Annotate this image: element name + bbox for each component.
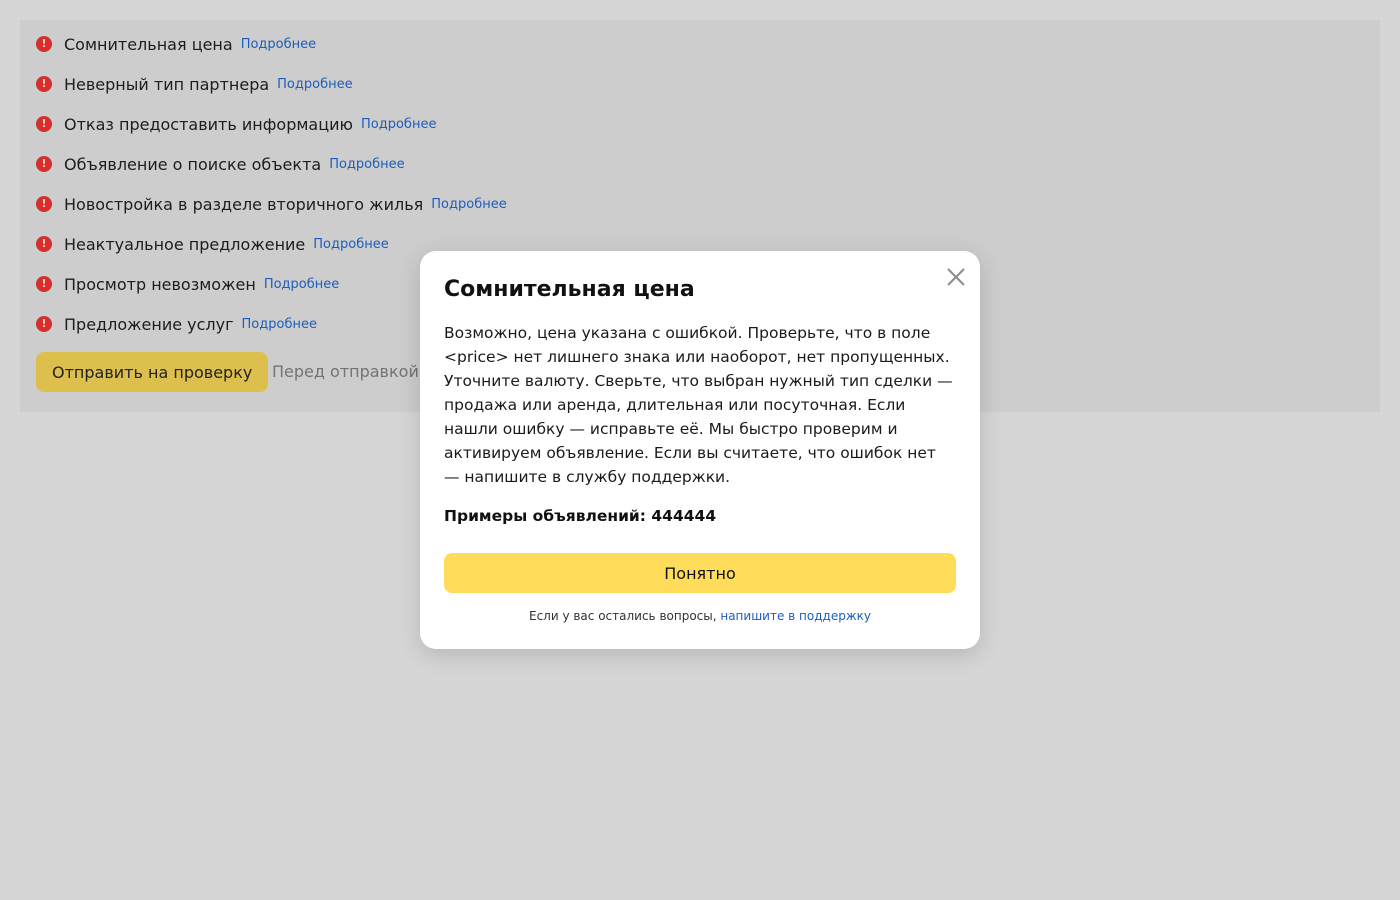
submit-for-review-button[interactable]: Отправить на проверку <box>36 352 269 392</box>
issue-details-link[interactable]: Подробнее <box>277 77 352 92</box>
issue-row: ! Сомнительная цена Подробнее <box>36 24 316 64</box>
issue-details-link[interactable]: Подробнее <box>241 37 316 52</box>
issue-row: ! Предложение услуг Подробнее <box>36 304 317 344</box>
issue-row: ! Объявление о поиске объекта Подробнее <box>36 144 405 184</box>
exclamation-icon: ! <box>36 116 52 132</box>
issue-row: ! Отказ предоставить информацию Подробне… <box>36 104 436 144</box>
submit-note: Перед отправкой на <box>272 362 445 381</box>
modal-title: Сомнительная цена <box>444 277 695 302</box>
modal-examples: Примеры объявлений: 444444 <box>444 507 717 525</box>
issue-details-modal: Сомнительная цена Возможно, цена указана… <box>420 251 980 649</box>
support-link[interactable]: напишите в поддержку <box>720 609 871 623</box>
exclamation-icon: ! <box>36 36 52 52</box>
issue-title: Сомнительная цена <box>64 34 233 54</box>
issue-title: Объявление о поиске объекта <box>64 154 322 174</box>
issue-details-link[interactable]: Подробнее <box>242 317 317 332</box>
issue-details-link[interactable]: Подробнее <box>264 277 339 292</box>
modal-description: Возможно, цена указана с ошибкой. Провер… <box>444 324 953 486</box>
close-icon[interactable] <box>944 265 968 289</box>
issue-title: Неверный тип партнера <box>64 74 270 94</box>
issue-details-link[interactable]: Подробнее <box>361 117 436 132</box>
issue-title: Просмотр невозможен <box>64 274 256 294</box>
issue-details-link[interactable]: Подробнее <box>431 197 506 212</box>
issue-title: Новостройка в разделе вторичного жилья <box>64 194 424 214</box>
issue-title: Неактуальное предложение <box>64 234 306 254</box>
exclamation-icon: ! <box>36 316 52 332</box>
issue-row: ! Неверный тип партнера Подробнее <box>36 64 353 104</box>
exclamation-icon: ! <box>36 76 52 92</box>
exclamation-icon: ! <box>36 276 52 292</box>
issue-details-link[interactable]: Подробнее <box>329 157 404 172</box>
issue-details-link[interactable]: Подробнее <box>313 237 388 252</box>
issue-title: Предложение услуг <box>64 314 234 334</box>
exclamation-icon: ! <box>36 196 52 212</box>
issue-row: ! Неактуальное предложение Подробнее <box>36 224 389 264</box>
exclamation-icon: ! <box>36 156 52 172</box>
footer-text: Если у вас остались вопросы, <box>528 609 721 623</box>
modal-footer: Если у вас остались вопросы, напишите в … <box>420 607 980 625</box>
issue-row: ! Новостройка в разделе вторичного жилья… <box>36 184 507 224</box>
ok-button[interactable]: Понятно <box>444 553 956 593</box>
exclamation-icon: ! <box>36 236 52 252</box>
issue-title: Отказ предоставить информацию <box>64 114 353 134</box>
issue-row: ! Просмотр невозможен Подробнее <box>36 264 339 304</box>
